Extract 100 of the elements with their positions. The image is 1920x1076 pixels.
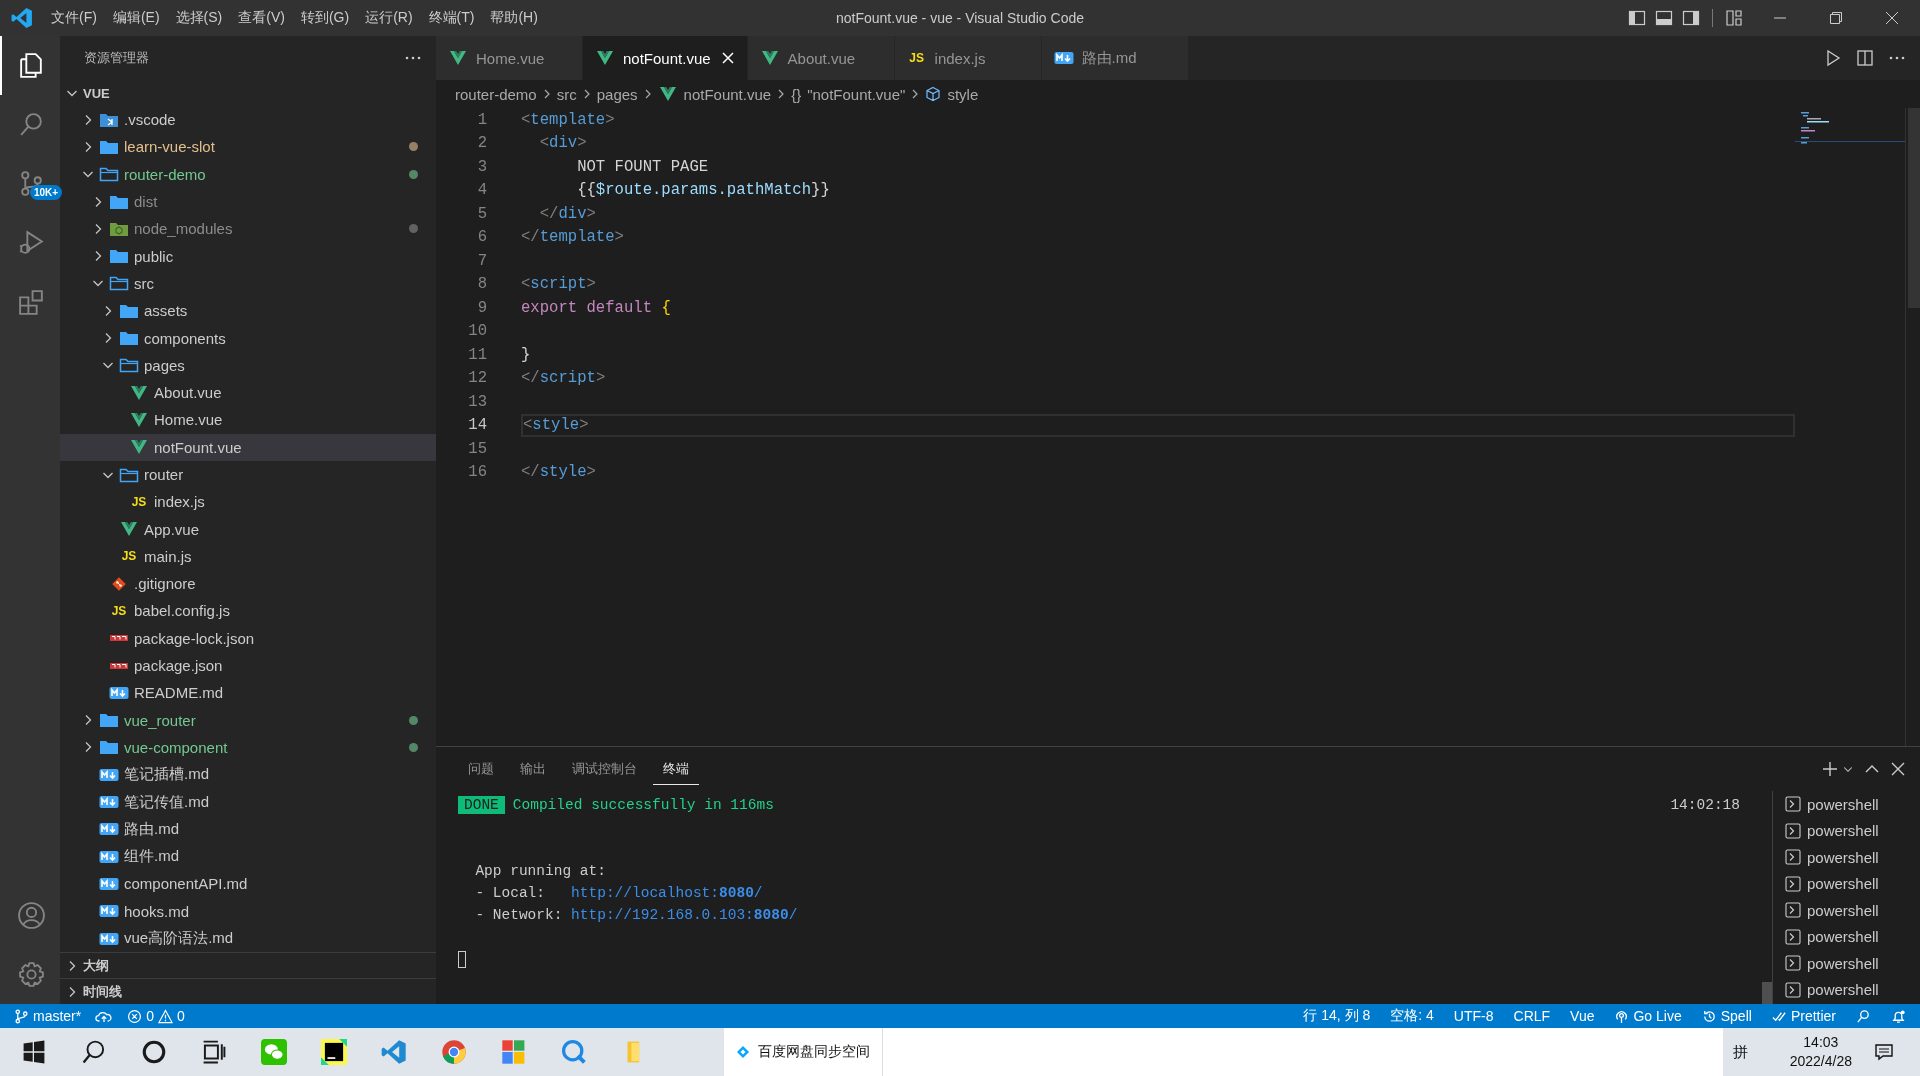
tree-item[interactable]: package.json	[60, 651, 436, 680]
editor-tab[interactable]: About.vue	[747, 36, 895, 80]
folder-header[interactable]: VUE	[60, 80, 436, 106]
breadcrumb-item[interactable]: style	[947, 85, 979, 103]
activity-item[interactable]: 10K+	[0, 154, 60, 213]
tree-item[interactable]: 笔记传值.md	[60, 788, 436, 816]
input-method-indicator[interactable]: 拼	[1732, 1042, 1748, 1062]
tree-item[interactable]: vue_router	[60, 706, 436, 734]
tree-item[interactable]: hooks.md	[60, 897, 436, 925]
menu-item[interactable]: 终端(T)	[420, 5, 483, 31]
status-item[interactable]: Prettier	[1771, 1008, 1836, 1024]
split-editor-icon[interactable]	[1856, 49, 1874, 67]
tree-item[interactable]: 路由.md	[60, 815, 436, 843]
tree-item[interactable]: learn-vue-slot	[60, 133, 436, 161]
breadcrumb-item[interactable]: "notFount.vue"	[807, 85, 906, 103]
tree-item[interactable]: dist	[60, 187, 436, 216]
tree-item[interactable]: src	[60, 269, 436, 298]
url-link[interactable]: http://192.168.0.103:8080/	[571, 907, 798, 923]
circle-icon[interactable]	[141, 1039, 167, 1065]
menu-item[interactable]: 帮助(H)	[482, 5, 546, 31]
tree-item[interactable]: vue高阶语法.md	[60, 924, 436, 952]
tree-item[interactable]: Home.vue	[60, 406, 436, 434]
browser-icon[interactable]	[441, 1039, 467, 1065]
editor-tab[interactable]: JS index.js	[894, 36, 1042, 80]
terminal-item[interactable]: powershell	[1773, 950, 1920, 977]
panel-tab[interactable]: 终端	[653, 753, 699, 785]
clock[interactable]: 14:03 2022/4/28	[1789, 1033, 1852, 1071]
editor-tab[interactable]: 路由.md	[1041, 36, 1189, 80]
terminal-item[interactable]: powershell	[1773, 791, 1920, 818]
status-item[interactable]: Vue	[1570, 1008, 1595, 1024]
status-item[interactable]: 行 14, 列 8	[1303, 1007, 1371, 1025]
status-item[interactable]: 空格: 4	[1390, 1007, 1434, 1025]
chat-bubble-app-icon[interactable]	[561, 1039, 587, 1065]
close-icon[interactable]	[1885, 11, 1899, 25]
menu-item[interactable]: 文件(F)	[43, 5, 105, 31]
code-editor-app-icon[interactable]	[381, 1039, 407, 1065]
tree-item[interactable]: About.vue	[60, 378, 436, 407]
toggle-panel-icon[interactable]	[1655, 9, 1673, 27]
tree-item[interactable]: package-lock.json	[60, 624, 436, 652]
breadcrumb-item[interactable]: pages	[596, 85, 638, 103]
status-item[interactable]: Go Live	[1614, 1008, 1682, 1024]
tree-item[interactable]: 组件.md	[60, 843, 436, 871]
toggle-sidebar-icon[interactable]	[1628, 9, 1646, 27]
ide-app-icon[interactable]	[321, 1039, 347, 1065]
tree-item[interactable]: README.md	[60, 679, 436, 707]
panel-tab[interactable]: 问题	[458, 753, 504, 785]
restore-icon[interactable]	[1829, 11, 1843, 25]
tree-item[interactable]: componentAPI.md	[60, 870, 436, 898]
tree-item[interactable]: JS main.js	[60, 542, 436, 571]
feedback-icon[interactable]	[1856, 1008, 1871, 1024]
panel-tab[interactable]: 输出	[510, 753, 556, 785]
task-view-icon[interactable]	[201, 1039, 227, 1065]
status-item[interactable]: UTF-8	[1453, 1008, 1494, 1024]
tree-item[interactable]: router-demo	[60, 160, 436, 188]
terminal-item[interactable]: powershell	[1773, 897, 1920, 924]
tree-item[interactable]: App.vue	[60, 515, 436, 543]
toggle-secondary-sidebar-icon[interactable]	[1682, 9, 1700, 27]
search-icon[interactable]	[81, 1039, 107, 1065]
url-link[interactable]: http://localhost:8080/	[571, 885, 763, 901]
terminal-item[interactable]: powershell	[1773, 844, 1920, 871]
tree-item[interactable]: pages	[60, 351, 436, 379]
windows-start-icon[interactable]	[21, 1039, 47, 1065]
terminal-item[interactable]: powershell	[1773, 976, 1920, 1003]
scrollbar[interactable]	[1905, 108, 1920, 746]
status-item[interactable]: CRLF	[1513, 1008, 1551, 1024]
tree-item[interactable]: router	[60, 460, 436, 489]
taskbar-window[interactable]: 百度网盘同步空间	[724, 1028, 883, 1076]
plus-icon[interactable]	[1822, 761, 1838, 777]
menu-item[interactable]: 选择(S)	[167, 5, 231, 31]
notification-icon[interactable]	[1874, 1042, 1894, 1062]
close-icon[interactable]	[1890, 761, 1906, 777]
breadcrumb-item[interactable]: src	[556, 85, 577, 103]
tree-item[interactable]: 笔记插槽.md	[60, 761, 436, 789]
section-header[interactable]: 大纲	[60, 952, 436, 978]
tree-item[interactable]: notFount.vue	[60, 433, 436, 461]
menu-item[interactable]: 查看(V)	[230, 5, 293, 31]
editor-tab[interactable]: Home.vue	[436, 36, 583, 80]
run-icon[interactable]	[1824, 49, 1842, 67]
customize-layout-icon[interactable]	[1725, 9, 1743, 27]
tree-item[interactable]: node_modules	[60, 215, 436, 243]
terminal-item[interactable]: powershell	[1773, 817, 1920, 844]
problems-status[interactable]: 0 0	[127, 1008, 185, 1024]
status-item[interactable]: Spell	[1701, 1008, 1752, 1024]
tree-item[interactable]: vue-component	[60, 733, 436, 762]
menu-item[interactable]: 运行(R)	[357, 5, 421, 31]
terminal-item[interactable]: powershell	[1773, 870, 1920, 897]
tree-item[interactable]: components	[60, 324, 436, 352]
menu-item[interactable]: 编辑(E)	[104, 5, 168, 31]
tree-item[interactable]: assets	[60, 297, 436, 325]
tree-item[interactable]: JS babel.config.js	[60, 597, 436, 625]
breadcrumb-item[interactable]: router-demo	[455, 85, 537, 103]
terminal-item[interactable]: powershell	[1773, 923, 1920, 950]
branch-status[interactable]: master*	[14, 1008, 82, 1024]
menu-item[interactable]: 转到(G)	[292, 5, 358, 31]
editor-tab[interactable]: notFount.vue	[583, 36, 748, 80]
bell-icon[interactable]	[1891, 1008, 1906, 1024]
tree-item[interactable]: .vscode	[60, 106, 436, 134]
panel-tab[interactable]: 调试控制台	[562, 753, 647, 785]
tree-item[interactable]: public	[60, 242, 436, 270]
tree-item[interactable]: .gitignore	[60, 570, 436, 598]
